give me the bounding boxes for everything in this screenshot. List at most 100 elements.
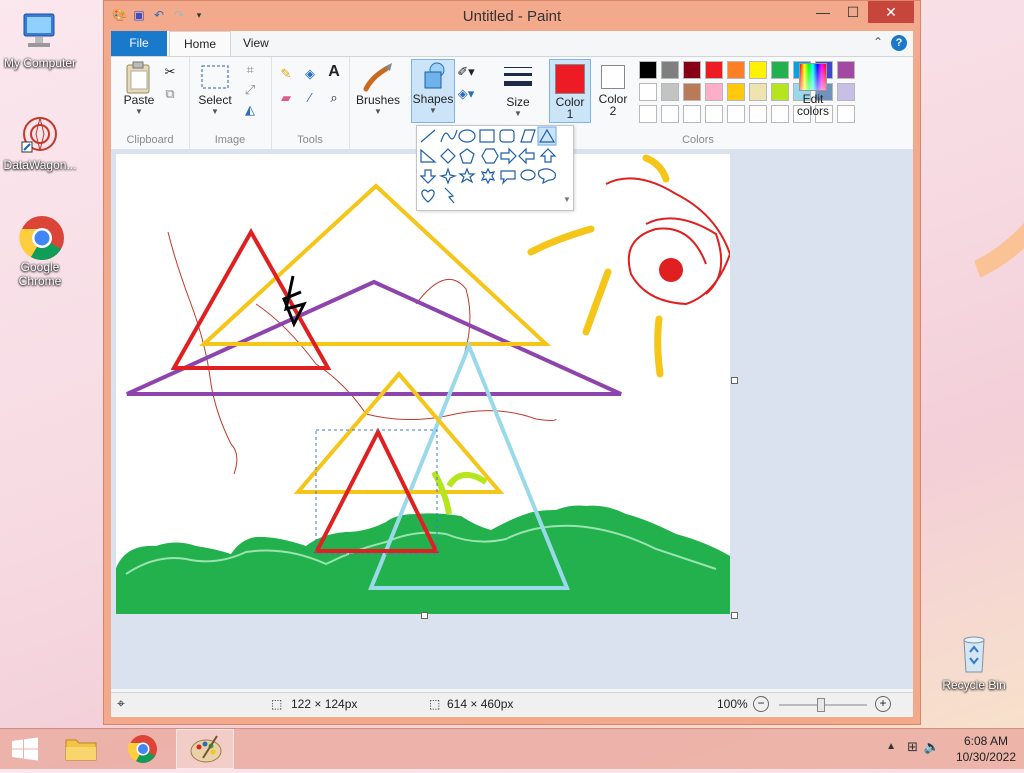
up-arrow-shape-icon	[539, 148, 557, 163]
select-label: Select	[198, 93, 232, 107]
show-hidden-icons[interactable]: ▲	[886, 741, 896, 752]
clock[interactable]: 6:08 AM 10/30/2022	[956, 733, 1016, 765]
volume-icon[interactable]: 🔈	[924, 739, 940, 755]
crop-icon[interactable]: ⌗	[241, 61, 259, 79]
tab-home[interactable]: Home	[169, 31, 232, 57]
palette-color-swatch[interactable]	[771, 61, 789, 79]
taskbar-chrome[interactable]	[114, 729, 172, 769]
custom-color-slot[interactable]	[661, 105, 679, 123]
fill-bucket-icon[interactable]: ◈	[301, 65, 319, 83]
magnifier-icon[interactable]: ⌕	[325, 89, 343, 107]
custom-color-slot[interactable]	[705, 105, 723, 123]
palette-color-swatch[interactable]	[683, 83, 701, 101]
image-size-text: 614 × 460px	[447, 697, 514, 711]
close-button[interactable]: ✕	[868, 1, 914, 23]
title-bar[interactable]: 🎨 ▣ ↶ ↷ ▾ Untitled - Paint — ☐ ✕	[104, 1, 920, 31]
taskbar-file-explorer[interactable]	[52, 729, 110, 769]
custom-color-slot[interactable]	[727, 105, 745, 123]
copy-icon[interactable]: ⧉	[161, 85, 179, 103]
custom-color-slot[interactable]	[683, 105, 701, 123]
palette-color-swatch[interactable]	[727, 83, 745, 101]
shapes-button[interactable]: Shapes ▼	[411, 59, 455, 123]
desktop-icon-my-computer[interactable]: My Computer	[0, 10, 80, 70]
oval-shape-icon	[458, 129, 476, 143]
tab-file[interactable]: File	[111, 31, 167, 56]
palette-color-swatch[interactable]	[661, 83, 679, 101]
zoom-slider-thumb[interactable]	[817, 698, 825, 712]
left-arrow-shape-icon	[518, 147, 535, 165]
maximize-button[interactable]: ☐	[838, 1, 868, 23]
color1-button[interactable]: Color 1	[549, 59, 591, 123]
brushes-button[interactable]: Brushes ▼	[355, 61, 401, 116]
canvas-resize-handle-bottom[interactable]	[421, 612, 428, 619]
palette-color-swatch[interactable]	[749, 83, 767, 101]
palette-color-swatch[interactable]	[683, 61, 701, 79]
outline-icon[interactable]: ✐▾	[457, 63, 475, 81]
zoom-out-button[interactable]: −	[753, 696, 769, 712]
edit-colors-button[interactable]: Edit colors	[793, 63, 833, 117]
color2-label: Color 2	[598, 92, 628, 118]
color1-swatch	[555, 64, 585, 94]
start-button[interactable]	[0, 729, 50, 769]
cut-icon[interactable]: ✂	[161, 63, 179, 81]
fill-icon[interactable]: ◈▾	[457, 85, 475, 103]
cloud-callout-shape-icon	[537, 168, 556, 185]
computer-icon	[18, 10, 62, 54]
custom-color-slot[interactable]	[837, 105, 855, 123]
palette-color-swatch[interactable]	[639, 83, 657, 101]
down-arrow-shape-icon	[419, 169, 437, 184]
palette-color-swatch[interactable]	[771, 83, 789, 101]
minimize-button[interactable]: —	[808, 1, 838, 23]
size-label: Size	[506, 95, 530, 109]
custom-color-slot[interactable]	[771, 105, 789, 123]
red-sun-center	[659, 258, 683, 282]
image-group: Select ▼ ⌗ ⤢ ◭ Image	[189, 57, 272, 149]
paste-button[interactable]: Paste ▼	[121, 61, 157, 116]
desktop-icon-datawagon[interactable]: DataWagon...	[0, 112, 80, 172]
palette-color-swatch[interactable]	[661, 61, 679, 79]
palette-color-swatch[interactable]	[705, 61, 723, 79]
drawing-canvas[interactable]	[116, 154, 732, 614]
chrome-icon	[18, 214, 64, 260]
eraser-icon[interactable]: ▰	[277, 89, 295, 107]
canvas-resize-handle-corner[interactable]	[731, 612, 738, 619]
pentagon-shape-icon	[459, 148, 475, 164]
color2-button[interactable]: Color 2	[593, 59, 633, 121]
palette-color-swatch[interactable]	[749, 61, 767, 79]
rotate-icon[interactable]: ◭	[241, 101, 259, 119]
size-button[interactable]: Size ▼	[499, 63, 537, 118]
colors-group: Color 1 Color 2 Edit colors Colors	[545, 57, 855, 149]
four-point-star-shape-icon	[438, 167, 458, 185]
paste-icon	[123, 61, 155, 94]
rounded-rectangle-shape-icon	[499, 129, 515, 143]
help-icon[interactable]: ?	[891, 35, 907, 51]
desktop-icon-recycle-bin[interactable]: Recycle Bin	[934, 632, 1014, 692]
tab-view[interactable]: View	[229, 31, 283, 56]
desktop-icon-chrome[interactable]: Google Chrome	[0, 214, 80, 288]
select-button[interactable]: Select ▼	[195, 61, 235, 116]
custom-color-slot[interactable]	[749, 105, 767, 123]
palette-color-swatch[interactable]	[837, 83, 855, 101]
palette-color-swatch[interactable]	[837, 61, 855, 79]
canvas-resize-handle-right[interactable]	[731, 377, 738, 384]
palette-color-swatch[interactable]	[727, 61, 745, 79]
window-controls: — ☐ ✕	[808, 1, 914, 23]
pencil-icon[interactable]: ✎	[277, 65, 295, 83]
edit-colors-label: Edit colors	[796, 92, 829, 118]
taskbar-paint[interactable]	[176, 729, 234, 769]
desktop-icon-label: My Computer	[3, 56, 77, 70]
sun-ray-shape	[527, 225, 595, 256]
palette-color-swatch[interactable]	[705, 83, 723, 101]
color-spectrum-icon	[799, 63, 827, 91]
window-title: Untitled - Paint	[462, 8, 562, 25]
shapes-icon	[417, 60, 449, 92]
resize-icon[interactable]: ⤢	[241, 81, 259, 99]
minimize-ribbon-icon[interactable]: ⌃	[873, 35, 883, 49]
zoom-in-button[interactable]: +	[875, 696, 891, 712]
text-tool-icon[interactable]: A	[325, 63, 343, 81]
color-picker-icon[interactable]: ⁄	[301, 89, 319, 107]
palette-color-swatch[interactable]	[639, 61, 657, 79]
network-icon[interactable]: ⊞	[907, 739, 918, 755]
desktop-icon-label: DataWagon...	[3, 158, 77, 172]
custom-color-slot[interactable]	[639, 105, 657, 123]
